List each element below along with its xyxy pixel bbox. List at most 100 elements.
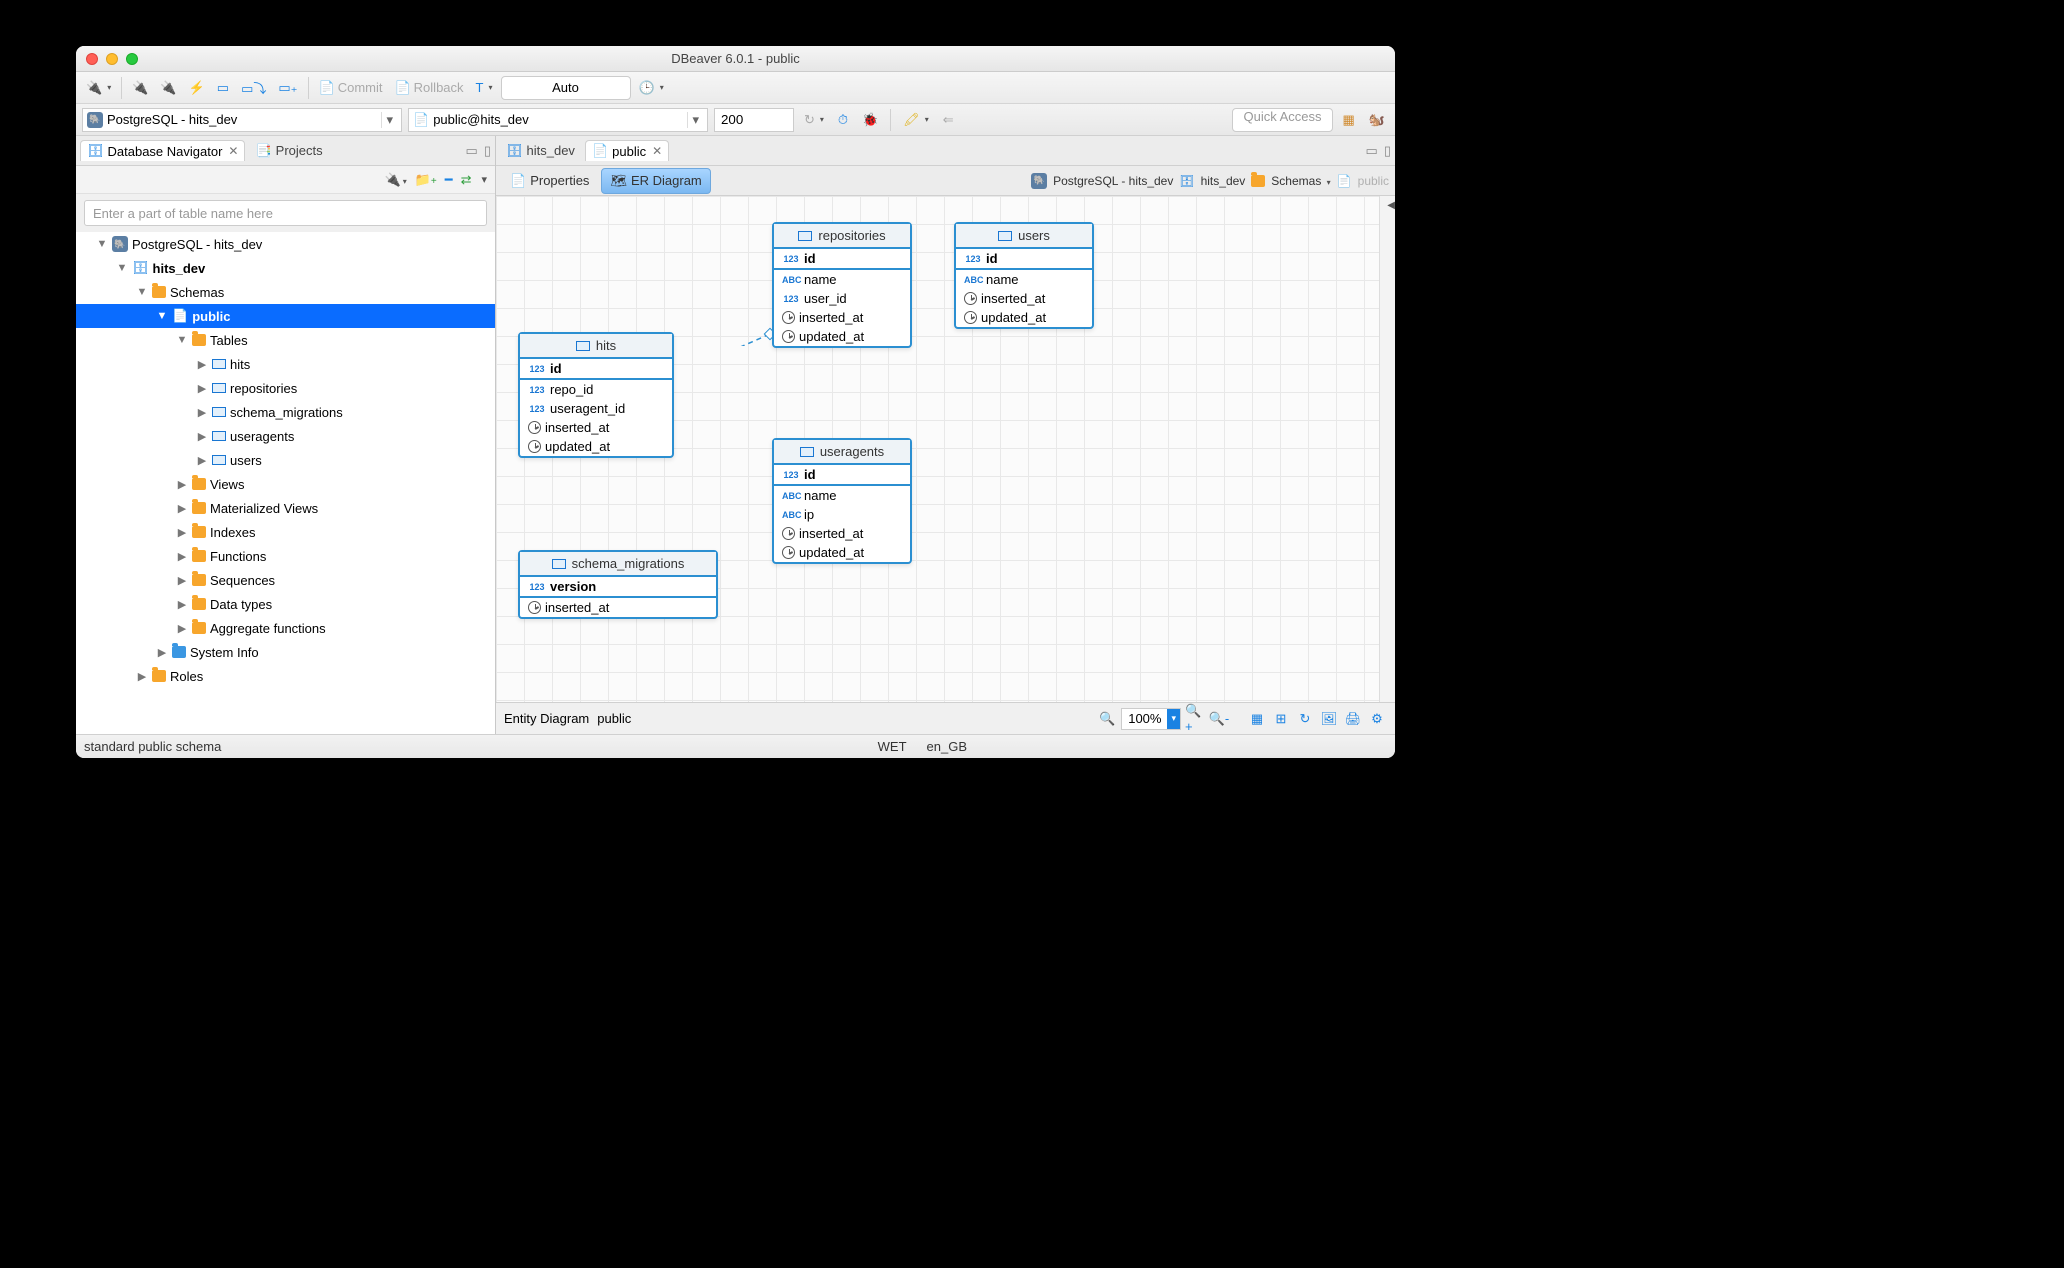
editor-tab-public[interactable]: 📄 public ✕ — [585, 140, 669, 161]
column-inserted-at[interactable]: inserted_at — [520, 418, 672, 437]
toggle-grid-icon[interactable]: ⊞ — [1271, 709, 1291, 729]
crumb-schemas[interactable]: Schemas ▾ — [1271, 174, 1330, 188]
new-connection-icon[interactable]: 🔌▾ — [385, 172, 407, 188]
tree-schemas[interactable]: ▼Schemas — [76, 280, 495, 304]
entity-repositories[interactable]: repositories 123id ABCname 123user_id in… — [772, 222, 912, 348]
crumb-database[interactable]: hits_dev — [1201, 174, 1246, 188]
tree-table-repositories[interactable]: ▶repositories — [76, 376, 495, 400]
maximize-view-icon[interactable]: ▯ — [484, 143, 491, 159]
er-diagram-canvas[interactable]: hits 123id 123repo_id 123useragent_id in… — [496, 196, 1379, 702]
column-inserted-at[interactable]: inserted_at — [774, 524, 910, 543]
new-sql-script-button[interactable]: ▭⤵ — [237, 76, 270, 100]
navigator-tree[interactable]: ▼🐘PostgreSQL - hits_dev ▼🗄hits_dev ▼Sche… — [76, 232, 495, 734]
tree-connection[interactable]: ▼🐘PostgreSQL - hits_dev — [76, 232, 495, 256]
tab-database-navigator[interactable]: 🗄 Database Navigator ✕ — [80, 140, 245, 161]
perspective-button[interactable]: ▦ — [1339, 108, 1359, 132]
recent-sql-button[interactable]: ▭₊ — [274, 76, 301, 100]
refresh-button[interactable]: ↻▾ — [800, 108, 828, 132]
tree-sequences[interactable]: ▶Sequences — [76, 568, 495, 592]
print-icon[interactable]: 🖨 — [1343, 709, 1363, 729]
tree-table-schema-migrations[interactable]: ▶schema_migrations — [76, 400, 495, 424]
link-editor-icon[interactable]: ⇄ — [461, 172, 472, 188]
connection-selector[interactable]: 🐘 PostgreSQL - hits_dev ▾ — [82, 108, 402, 132]
view-menu-icon[interactable]: ▾ — [481, 173, 487, 186]
highlight-button[interactable]: 🖍▾ — [899, 108, 933, 132]
zoom-in-icon[interactable]: 🔍+ — [1185, 709, 1205, 729]
debug-button[interactable]: 🐞 — [858, 108, 882, 132]
back-arrow-button[interactable]: ⇐ — [939, 108, 958, 132]
crumb-public[interactable]: public — [1358, 174, 1389, 188]
row-limit-input[interactable] — [714, 108, 794, 132]
reconnect-button[interactable]: 🔌 — [156, 76, 180, 100]
column-user-id[interactable]: 123user_id — [774, 289, 910, 308]
quick-access-button[interactable]: Quick Access — [1232, 108, 1332, 132]
crumb-connection[interactable]: PostgreSQL - hits_dev — [1053, 174, 1173, 188]
export-image-icon[interactable]: 🖼 — [1319, 709, 1339, 729]
layout-icon[interactable]: ▦ — [1247, 709, 1267, 729]
column-name[interactable]: ABCname — [956, 270, 1092, 289]
zoom-out-icon[interactable]: 🔍- — [1209, 709, 1229, 729]
subtab-properties[interactable]: 📄 Properties — [502, 169, 597, 193]
tx-auto-combo[interactable]: Auto — [501, 76, 631, 100]
tree-views[interactable]: ▶Views — [76, 472, 495, 496]
entity-schema-migrations[interactable]: schema_migrations 123version inserted_at — [518, 550, 718, 619]
column-updated-at[interactable]: updated_at — [774, 543, 910, 562]
tree-roles[interactable]: ▶Roles — [76, 664, 495, 688]
column-useragent-id[interactable]: 123useragent_id — [520, 399, 672, 418]
column-id[interactable]: 123id — [774, 249, 910, 270]
tx-mode-button[interactable]: T▾ — [472, 76, 497, 100]
search-icon[interactable]: 🔍 — [1097, 709, 1117, 729]
column-id[interactable]: 123id — [956, 249, 1092, 270]
column-inserted-at[interactable]: inserted_at — [774, 308, 910, 327]
column-updated-at[interactable]: updated_at — [956, 308, 1092, 327]
new-folder-icon[interactable]: 📁+ — [415, 172, 437, 188]
tree-aggregate-functions[interactable]: ▶Aggregate functions — [76, 616, 495, 640]
close-icon[interactable]: ✕ — [652, 144, 662, 158]
column-version[interactable]: 123version — [520, 577, 716, 598]
maximize-view-icon[interactable]: ▯ — [1384, 143, 1391, 159]
tree-data-types[interactable]: ▶Data types — [76, 592, 495, 616]
tree-materialized-views[interactable]: ▶Materialized Views — [76, 496, 495, 520]
navigator-filter-input[interactable]: Enter a part of table name here — [84, 200, 487, 226]
subtab-er-diagram[interactable]: 🗺 ER Diagram — [601, 168, 710, 194]
column-name[interactable]: ABCname — [774, 486, 910, 505]
column-repo-id[interactable]: 123repo_id — [520, 380, 672, 399]
editor-tab-hits-dev[interactable]: 🗄 hits_dev — [500, 141, 581, 161]
commit-button[interactable]: 📄Commit — [315, 76, 387, 100]
tree-indexes[interactable]: ▶Indexes — [76, 520, 495, 544]
schema-selector[interactable]: 📄 public@hits_dev ▾ — [408, 108, 708, 132]
column-updated-at[interactable]: updated_at — [520, 437, 672, 456]
zoom-level-combo[interactable]: 100% ▾ — [1121, 708, 1181, 730]
tree-functions[interactable]: ▶Functions — [76, 544, 495, 568]
settings-icon[interactable]: ⚙ — [1367, 709, 1387, 729]
minimize-view-icon[interactable]: ▭ — [466, 143, 478, 159]
tx-log-button[interactable]: 🕒▾ — [635, 76, 668, 100]
column-ip[interactable]: ABCip — [774, 505, 910, 524]
minimize-view-icon[interactable]: ▭ — [1366, 143, 1378, 159]
column-id[interactable]: 123id — [520, 359, 672, 380]
disconnect-button[interactable]: 🔌 — [128, 76, 152, 100]
stop-button[interactable]: ⏱ — [834, 108, 852, 132]
tree-schema-public[interactable]: ▼📄public — [76, 304, 495, 328]
refresh-diagram-icon[interactable]: ↻ — [1295, 709, 1315, 729]
dbeaver-perspective-button[interactable]: 🐿️ — [1365, 108, 1389, 132]
tree-system-info[interactable]: ▶System Info — [76, 640, 495, 664]
tree-table-users[interactable]: ▶users — [76, 448, 495, 472]
entity-hits[interactable]: hits 123id 123repo_id 123useragent_id in… — [518, 332, 674, 458]
tree-table-useragents[interactable]: ▶useragents — [76, 424, 495, 448]
entity-users[interactable]: users 123id ABCname inserted_at updated_… — [954, 222, 1094, 329]
column-name[interactable]: ABCname — [774, 270, 910, 289]
column-updated-at[interactable]: updated_at — [774, 327, 910, 346]
column-id[interactable]: 123id — [774, 465, 910, 486]
entity-useragents[interactable]: useragents 123id ABCname ABCip inserted_… — [772, 438, 912, 564]
column-inserted-at[interactable]: inserted_at — [956, 289, 1092, 308]
tab-projects[interactable]: 📑 Projects — [249, 141, 328, 161]
tree-table-hits[interactable]: ▶hits — [76, 352, 495, 376]
vertical-scrollbar[interactable]: ◀ — [1379, 196, 1395, 702]
tree-tables[interactable]: ▼Tables — [76, 328, 495, 352]
new-connection-button[interactable]: 🔌▾ — [82, 76, 115, 100]
tree-database[interactable]: ▼🗄hits_dev — [76, 256, 495, 280]
sql-editor-button[interactable]: ▭ — [213, 76, 233, 100]
rollback-button[interactable]: 📄Rollback — [390, 76, 467, 100]
invalidate-button[interactable]: ⚡ — [185, 76, 209, 100]
